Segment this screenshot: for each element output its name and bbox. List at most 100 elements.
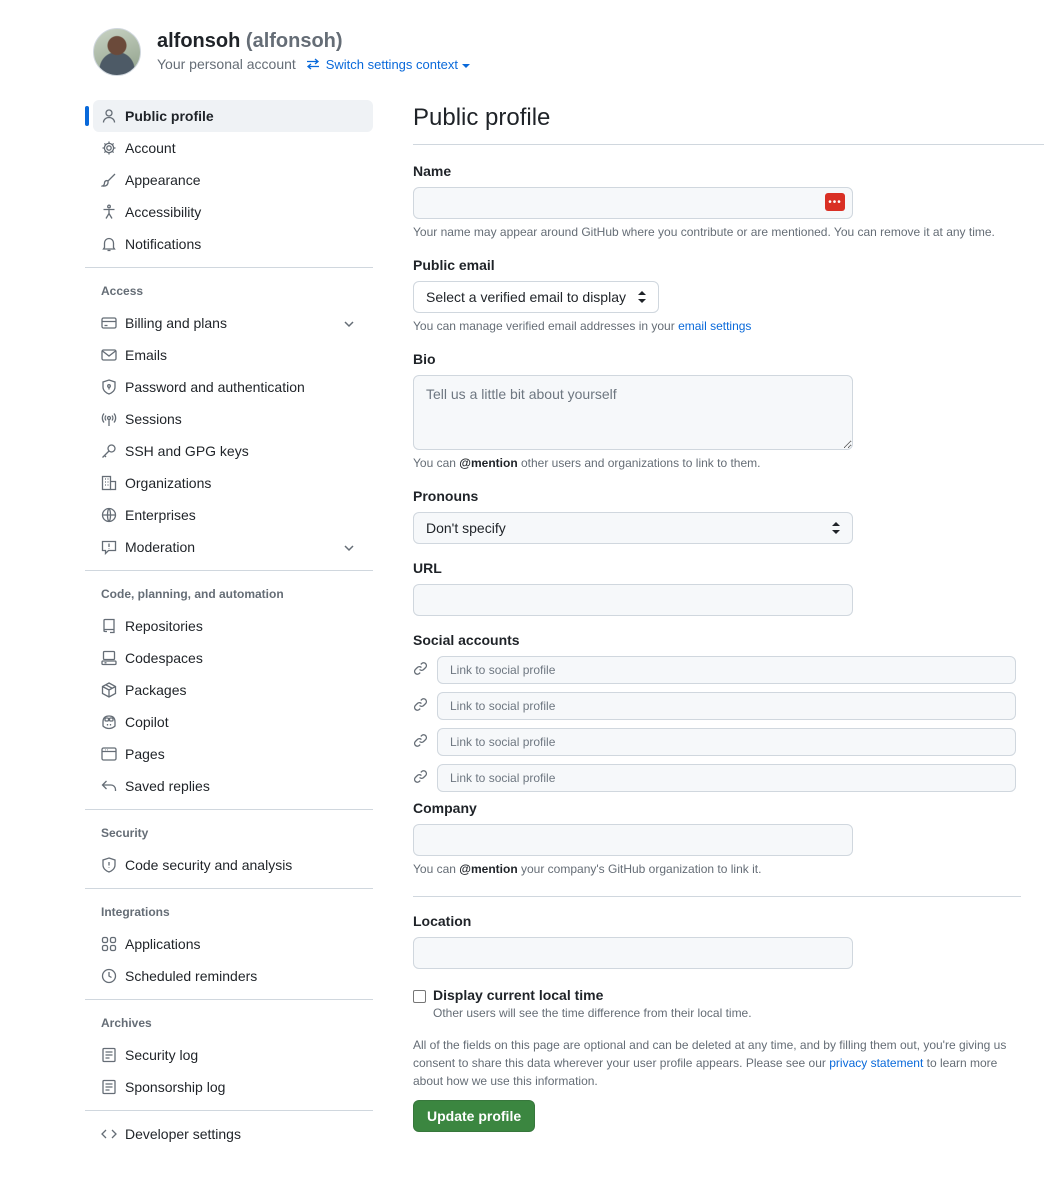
log-icon bbox=[101, 1079, 117, 1095]
location-input[interactable] bbox=[413, 937, 853, 969]
email-group: Public email Select a verified email to … bbox=[413, 257, 1044, 335]
sidebar-item-code-security[interactable]: Code security and analysis bbox=[85, 849, 373, 881]
code-icon bbox=[101, 1126, 117, 1142]
social-link-input-3[interactable] bbox=[437, 728, 1016, 756]
switch-context-button[interactable]: Switch settings context bbox=[306, 57, 470, 72]
sidebar-item-label: Packages bbox=[125, 682, 187, 698]
sidebar-item-label: SSH and GPG keys bbox=[125, 443, 249, 459]
bio-note-mention: @mention bbox=[459, 456, 518, 470]
sidebar-item-label: Saved replies bbox=[125, 778, 210, 794]
sidebar-item-notifications[interactable]: Notifications bbox=[85, 228, 373, 260]
sidebar-item-sponsorship-log[interactable]: Sponsorship log bbox=[85, 1071, 373, 1103]
pronouns-select[interactable]: Don't specify bbox=[413, 512, 853, 544]
sidebar-item-account[interactable]: Account bbox=[85, 132, 373, 164]
chevron-down-icon[interactable] bbox=[343, 317, 355, 329]
sidebar-divider bbox=[85, 809, 373, 810]
accessibility-icon bbox=[101, 204, 117, 220]
company-note: You can @mention your company's GitHub o… bbox=[413, 860, 1044, 878]
sidebar-item-copilot[interactable]: Copilot bbox=[85, 706, 373, 738]
avatar[interactable] bbox=[93, 28, 141, 76]
sidebar-item-saved-replies[interactable]: Saved replies bbox=[85, 770, 373, 802]
sidebar-item-pages[interactable]: Pages bbox=[85, 738, 373, 770]
arrow-switch-icon bbox=[306, 58, 319, 70]
public-email-label: Public email bbox=[413, 257, 495, 273]
person-icon bbox=[101, 108, 117, 124]
sidebar-item-moderation[interactable]: Moderation bbox=[85, 531, 373, 563]
mail-icon bbox=[101, 347, 117, 363]
sidebar-item-accessibility[interactable]: Accessibility bbox=[85, 196, 373, 228]
account-handle: (alfonsoh) bbox=[245, 30, 343, 52]
local-time-label[interactable]: Display current local time bbox=[433, 987, 752, 1003]
clock-icon bbox=[101, 968, 117, 984]
bio-textarea[interactable] bbox=[413, 375, 853, 450]
sidebar-item-sessions[interactable]: Sessions bbox=[85, 403, 373, 435]
credit-card-icon bbox=[101, 315, 117, 331]
bio-note-pre: You can bbox=[413, 456, 456, 470]
sidebar-item-billing[interactable]: Billing and plans bbox=[85, 307, 373, 339]
company-input[interactable] bbox=[413, 824, 853, 856]
name-label: Name bbox=[413, 163, 452, 179]
sidebar-item-public-profile[interactable]: Public profile bbox=[85, 100, 373, 132]
title-divider bbox=[413, 144, 1044, 145]
social-link-input-4[interactable] bbox=[437, 764, 1016, 792]
sidebar-divider bbox=[85, 267, 373, 268]
codespaces-icon bbox=[101, 650, 117, 666]
public-profile-form: Public profile Name ••• Your name may ap… bbox=[413, 100, 1044, 1132]
browser-icon bbox=[101, 746, 117, 762]
page-title: Public profile bbox=[413, 104, 551, 131]
url-input[interactable] bbox=[413, 584, 853, 616]
name-input[interactable] bbox=[413, 187, 853, 219]
copilot-icon bbox=[101, 714, 117, 730]
log-icon bbox=[101, 1047, 117, 1063]
sidebar-item-label: Account bbox=[125, 140, 176, 156]
link-icon bbox=[413, 769, 429, 787]
privacy-statement-link[interactable]: privacy statement bbox=[829, 1056, 923, 1070]
broadcast-icon bbox=[101, 411, 117, 427]
sidebar-item-password[interactable]: Password and authentication bbox=[85, 371, 373, 403]
sidebar-divider bbox=[85, 1110, 373, 1111]
sidebar-item-organizations[interactable]: Organizations bbox=[85, 467, 373, 499]
sidebar-item-enterprises[interactable]: Enterprises bbox=[85, 499, 373, 531]
key-icon bbox=[101, 443, 117, 459]
sidebar-divider bbox=[85, 888, 373, 889]
bio-note: You can @mention other users and organiz… bbox=[413, 454, 1044, 472]
sidebar-item-security-log[interactable]: Security log bbox=[85, 1039, 373, 1071]
sidebar-item-appearance[interactable]: Appearance bbox=[85, 164, 373, 196]
name-note: Your name may appear around GitHub where… bbox=[413, 225, 995, 239]
pronouns-value: Don't specify bbox=[426, 520, 506, 536]
sidebar-item-label: Repositories bbox=[125, 618, 203, 634]
location-label: Location bbox=[413, 913, 472, 929]
package-icon bbox=[101, 682, 117, 698]
social-row bbox=[413, 764, 1044, 792]
sidebar-item-label: Password and authentication bbox=[125, 379, 305, 395]
sidebar-item-label: Accessibility bbox=[125, 204, 202, 220]
sidebar-item-emails[interactable]: Emails bbox=[85, 339, 373, 371]
bell-icon bbox=[101, 236, 117, 252]
company-group: Company You can @mention your company's … bbox=[413, 800, 1044, 878]
social-link-input-2[interactable] bbox=[437, 692, 1016, 720]
social-accounts-label: Social accounts bbox=[413, 632, 520, 648]
shield-lock-icon bbox=[101, 379, 117, 395]
sidebar-group-security: Security bbox=[101, 826, 149, 840]
sidebar-item-applications[interactable]: Applications bbox=[85, 928, 373, 960]
bio-label: Bio bbox=[413, 351, 436, 367]
public-email-select[interactable]: Select a verified email to display bbox=[413, 281, 659, 313]
sidebar-group-code: Code, planning, and automation bbox=[101, 587, 284, 601]
url-label: URL bbox=[413, 560, 442, 576]
local-time-checkbox[interactable] bbox=[413, 990, 426, 1003]
report-icon bbox=[101, 539, 117, 555]
name-group: Name ••• Your name may appear around Git… bbox=[413, 163, 1044, 241]
sidebar-item-codespaces[interactable]: Codespaces bbox=[85, 642, 373, 674]
sidebar-item-scheduled-reminders[interactable]: Scheduled reminders bbox=[85, 960, 373, 992]
sidebar-item-packages[interactable]: Packages bbox=[85, 674, 373, 706]
sidebar-item-ssh-gpg[interactable]: SSH and GPG keys bbox=[85, 435, 373, 467]
chevron-down-icon[interactable] bbox=[343, 541, 355, 553]
email-settings-link[interactable]: email settings bbox=[678, 319, 751, 333]
update-profile-button[interactable]: Update profile bbox=[413, 1100, 536, 1132]
sidebar-item-repositories[interactable]: Repositories bbox=[85, 610, 373, 642]
sidebar-item-label: Sessions bbox=[125, 411, 182, 427]
sidebar-item-developer-settings[interactable]: Developer settings bbox=[85, 1118, 373, 1150]
password-manager-icon[interactable]: ••• bbox=[825, 193, 845, 211]
social-link-input-1[interactable] bbox=[437, 656, 1016, 684]
sidebar-divider bbox=[85, 570, 373, 571]
